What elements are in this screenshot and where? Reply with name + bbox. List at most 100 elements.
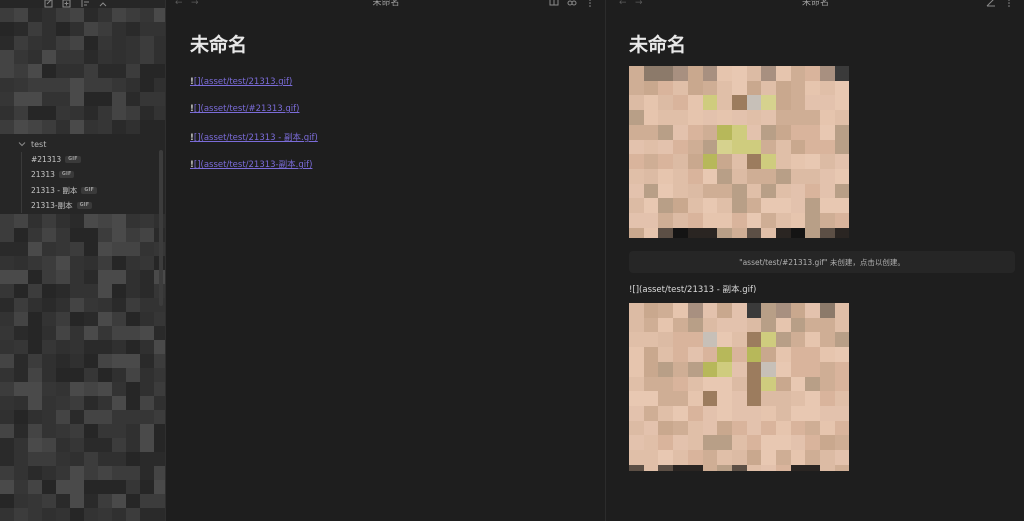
gif-pixel — [746, 450, 762, 466]
mosaic-tile — [84, 466, 98, 480]
embed-link-line[interactable]: ![](asset/test/21313 - 副本.gif) — [190, 131, 318, 143]
link-icon[interactable] — [567, 0, 577, 7]
mosaic-tile — [70, 214, 84, 228]
gif-pixel — [643, 95, 659, 111]
gif-pixel — [776, 450, 792, 466]
gif-pixel — [834, 391, 849, 407]
more-options-icon[interactable] — [1004, 0, 1014, 7]
gif-pixel — [717, 124, 733, 140]
embed-link-line[interactable]: ![](asset/test/21313-副本.gif) — [190, 158, 312, 170]
gif-pixel — [731, 168, 748, 185]
gif-pixel — [643, 66, 659, 82]
gif-pixel — [820, 332, 836, 348]
gif-pixel — [717, 198, 733, 214]
embedded-gif-image[interactable] — [629, 66, 849, 238]
embed-link-line[interactable]: ![](asset/test/#21313.gif) — [190, 104, 299, 114]
mosaic-tile — [28, 396, 42, 410]
gif-pixel — [834, 213, 849, 229]
notice-text: "asset/test/#21313.gif" 未创建，点击以创建。 — [739, 257, 905, 267]
gif-pixel — [673, 347, 689, 363]
new-folder-icon[interactable] — [62, 0, 72, 8]
gif-pixel — [643, 317, 659, 333]
gif-pixel — [687, 303, 703, 319]
embed-link[interactable]: [](asset/test/21313.gif) — [194, 77, 292, 87]
embed-link[interactable]: [](asset/test/21313-副本.gif) — [194, 160, 313, 170]
file-item[interactable]: #21313 GIF — [22, 152, 160, 167]
mosaic-tile — [28, 78, 42, 92]
gif-pixel — [746, 227, 762, 238]
mosaic-tile — [70, 106, 84, 120]
mosaic-tile — [14, 120, 28, 134]
gif-pixel — [790, 213, 806, 229]
mosaic-tile — [126, 480, 140, 494]
mosaic-tile — [0, 340, 14, 354]
mosaic-tile — [0, 466, 14, 480]
mosaic-tile — [112, 466, 126, 480]
book-icon[interactable] — [549, 0, 559, 7]
gif-pixel — [805, 464, 821, 471]
embed-link[interactable]: [](asset/test/#21313.gif) — [194, 104, 300, 114]
mosaic-tile — [112, 214, 126, 228]
gif-pixel — [731, 66, 748, 82]
unresolved-embed-notice[interactable]: "asset/test/#21313.gif" 未创建，点击以创建。 — [629, 251, 1015, 273]
mosaic-tile — [42, 8, 56, 22]
mosaic-tile — [70, 438, 84, 452]
mosaic-tile — [28, 120, 42, 134]
mosaic-tile — [112, 242, 126, 256]
gif-pixel — [790, 435, 806, 451]
gif-pixel — [776, 183, 792, 199]
embedded-gif-image[interactable] — [629, 303, 849, 471]
new-note-icon[interactable] — [44, 0, 54, 8]
mosaic-tile — [42, 22, 56, 36]
mosaic-tile — [126, 242, 140, 256]
mosaic-tile — [126, 368, 140, 382]
mosaic-tile — [14, 242, 28, 256]
mosaic-tile — [140, 92, 154, 106]
mosaic-tile — [28, 64, 42, 78]
mosaic-tile — [28, 284, 42, 298]
mosaic-tile — [56, 64, 70, 78]
gif-pixel — [834, 183, 849, 199]
folder-test[interactable]: test — [0, 136, 160, 152]
mosaic-tile — [28, 214, 42, 228]
mosaic-tile — [84, 64, 98, 78]
collapse-all-icon[interactable] — [98, 0, 108, 8]
gif-pixel — [805, 227, 821, 238]
gif-pixel — [834, 435, 849, 451]
mosaic-tile — [28, 424, 42, 438]
gif-pixel — [834, 110, 849, 126]
gif-pixel — [746, 405, 762, 422]
more-options-icon[interactable] — [585, 0, 595, 7]
sidebar-toolbar — [44, 0, 108, 8]
embed-link[interactable]: [](asset/test/21313 - 副本.gif) — [194, 133, 318, 143]
gif-pixel — [776, 198, 792, 214]
mosaic-tile — [126, 120, 140, 134]
sort-icon[interactable] — [80, 0, 90, 8]
mosaic-tile — [112, 36, 126, 50]
mosaic-tile — [112, 284, 126, 298]
sidebar-scrollbar[interactable] — [159, 150, 163, 306]
mosaic-tile — [140, 8, 154, 22]
gif-pixel — [761, 110, 777, 126]
mosaic-tile — [140, 354, 154, 368]
gif-pixel — [761, 213, 777, 229]
gif-pixel — [805, 376, 821, 392]
mosaic-tile — [140, 508, 154, 521]
mosaic-tile — [0, 22, 14, 36]
gif-pixel — [805, 139, 821, 155]
embed-link-line[interactable]: ![](asset/test/21313.gif) — [190, 77, 292, 87]
mosaic-tile — [70, 494, 84, 508]
gif-pixel — [658, 183, 674, 199]
gif-pixel — [761, 317, 777, 333]
gif-pixel — [790, 376, 806, 392]
mosaic-tile — [14, 50, 28, 64]
gif-pixel — [643, 347, 659, 363]
file-item[interactable]: 21313 GIF — [22, 167, 160, 182]
gif-pixel — [731, 376, 748, 392]
file-item[interactable]: 21313-副本 GIF — [22, 198, 160, 213]
mosaic-tile — [0, 214, 14, 228]
mosaic-tile — [84, 494, 98, 508]
mosaic-tile — [56, 242, 70, 256]
edit-icon[interactable] — [986, 0, 996, 7]
file-item[interactable]: 21313 - 副本 GIF — [22, 183, 160, 198]
